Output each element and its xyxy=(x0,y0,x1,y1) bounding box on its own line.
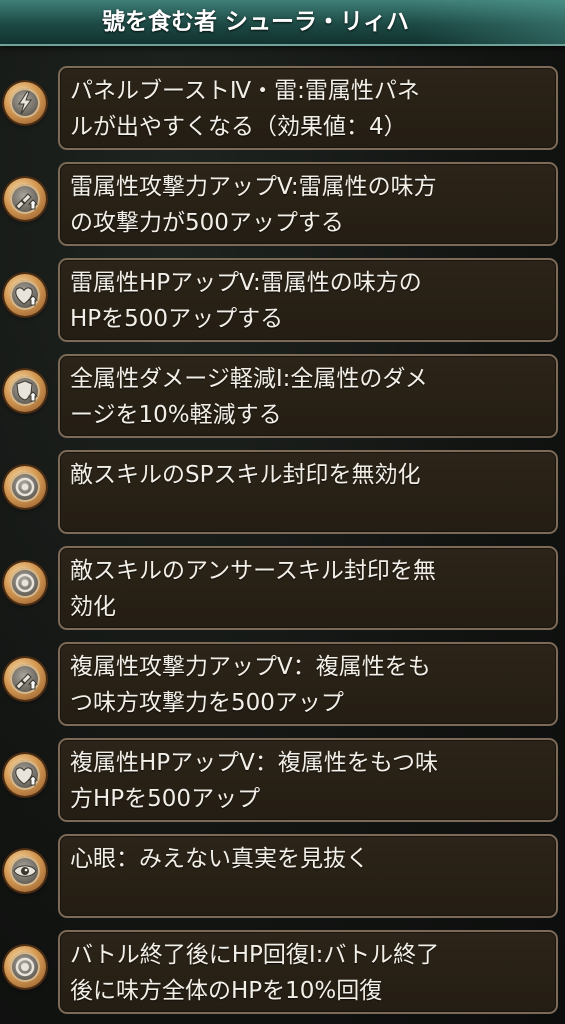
skill-description: 敵スキルのSPスキル封印を無効化 xyxy=(70,462,421,488)
skill-description: 雷属性攻撃力アップV:雷属性の味方 の攻撃力が500アップする xyxy=(70,174,437,236)
heart-up-icon xyxy=(4,274,46,316)
skill-description: 複属性HPアップV：複属性をもつ味 方HPを500アップ xyxy=(70,750,438,812)
sword-up-icon xyxy=(4,178,46,220)
skill-card: 敵スキルのアンサースキル封印を無 効化 xyxy=(58,546,558,630)
skill-card: 雷属性攻撃力アップV:雷属性の味方 の攻撃力が500アップする xyxy=(58,162,558,246)
sword-up-icon xyxy=(4,658,46,700)
skill-row: 複属性攻撃力アップV：複属性をも つ味方攻撃力を500アップ xyxy=(0,640,565,728)
skill-card: 複属性HPアップV：複属性をもつ味 方HPを500アップ xyxy=(58,738,558,822)
skill-card: 雷属性HPアップV:雷属性の味方の HPを500アップする xyxy=(58,258,558,342)
skill-description: 雷属性HPアップV:雷属性の味方の HPを500アップする xyxy=(70,270,422,332)
shield-up-icon xyxy=(4,370,46,412)
skill-row: バトル終了後にHP回復I:バトル終了 後に味方全体のHPを10%回復 xyxy=(0,928,565,1016)
seal-icon xyxy=(4,562,46,604)
heart-up-icon xyxy=(4,754,46,796)
skill-description: パネルブーストⅣ・雷:雷属性パネ ルが出やすくなる（効果値：4） xyxy=(70,78,420,140)
skill-description: 複属性攻撃力アップV：複属性をも つ味方攻撃力を500アップ xyxy=(70,654,431,716)
header-decoration xyxy=(415,0,565,44)
lightning-panel-icon xyxy=(4,82,46,124)
skill-card: パネルブーストⅣ・雷:雷属性パネ ルが出やすくなる（効果値：4） xyxy=(58,66,558,150)
skill-row: 敵スキルのSPスキル封印を無効化 xyxy=(0,448,565,536)
skill-card: 全属性ダメージ軽減I:全属性のダメ ージを10%軽減する xyxy=(58,354,558,438)
skill-description: 心眼：みえない真実を見抜く xyxy=(70,846,369,872)
eye-icon xyxy=(4,850,46,892)
skill-description: 全属性ダメージ軽減I:全属性のダメ ージを10%軽減する xyxy=(70,366,428,428)
skill-row: 全属性ダメージ軽減I:全属性のダメ ージを10%軽減する xyxy=(0,352,565,440)
skill-row: 複属性HPアップV：複属性をもつ味 方HPを500アップ xyxy=(0,736,565,824)
skill-row: 敵スキルのアンサースキル封印を無 効化 xyxy=(0,544,565,632)
skill-row: 心眼：みえない真実を見抜く xyxy=(0,832,565,920)
skill-description: バトル終了後にHP回復I:バトル終了 後に味方全体のHPを10%回復 xyxy=(70,942,440,1004)
skill-card: 心眼：みえない真実を見抜く xyxy=(58,834,558,918)
skill-row: 雷属性HPアップV:雷属性の味方の HPを500アップする xyxy=(0,256,565,344)
header-bar: 號を食む者 シューラ・リィハ xyxy=(0,0,565,46)
skill-row: パネルブーストⅣ・雷:雷属性パネ ルが出やすくなる（効果値：4） xyxy=(0,64,565,152)
skill-card: 複属性攻撃力アップV：複属性をも つ味方攻撃力を500アップ xyxy=(58,642,558,726)
heal-icon xyxy=(4,946,46,988)
seal-icon xyxy=(4,466,46,508)
skill-row: 雷属性攻撃力アップV:雷属性の味方 の攻撃力が500アップする xyxy=(0,160,565,248)
page-title: 號を食む者 シューラ・リィハ xyxy=(102,9,410,35)
skill-description: 敵スキルのアンサースキル封印を無 効化 xyxy=(70,558,436,620)
skill-card: バトル終了後にHP回復I:バトル終了 後に味方全体のHPを10%回復 xyxy=(58,930,558,1014)
skill-card: 敵スキルのSPスキル封印を無効化 xyxy=(58,450,558,534)
skill-list-screen: 號を食む者 シューラ・リィハ パネルブーストⅣ・雷:雷属性パネ ルが出やすくなる… xyxy=(0,0,565,1024)
